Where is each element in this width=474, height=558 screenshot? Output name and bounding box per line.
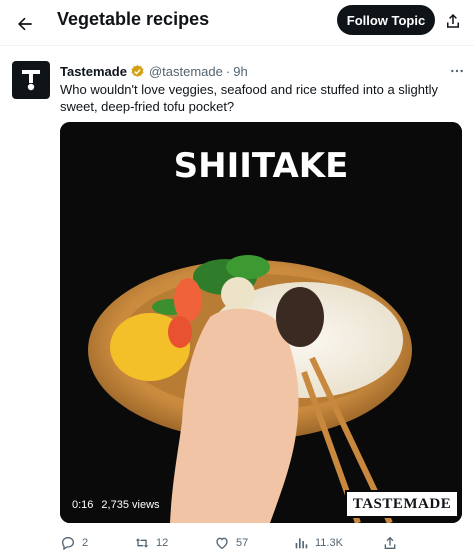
- video-duration: 0:16: [72, 499, 94, 511]
- share-icon: [447, 13, 459, 28]
- page-title: Vegetable recipes: [57, 9, 210, 29]
- tweet-video[interactable]: SHIITAKE 0:16 2,735 views TASTEMADE: [60, 122, 462, 523]
- user-handle[interactable]: @tastemade: [149, 64, 223, 79]
- topic-header: Vegetable recipes Follow Topic: [0, 0, 474, 46]
- back-button[interactable]: [8, 7, 42, 41]
- reply-icon: [61, 536, 75, 551]
- avatar[interactable]: [12, 61, 50, 99]
- tweet-timestamp[interactable]: 9h: [233, 64, 247, 79]
- retweet-icon: [135, 538, 149, 548]
- view-count: 11.3K: [315, 537, 343, 549]
- display-name[interactable]: Tastemade: [60, 64, 127, 79]
- tweet-header: Tastemade @tastemade · 9h: [60, 62, 248, 80]
- retweet-count: 12: [156, 537, 169, 549]
- shiitake-mushroom: [276, 287, 324, 347]
- share-topic-button[interactable]: [440, 8, 466, 34]
- reply-count: 2: [82, 537, 89, 549]
- share-button[interactable]: [382, 532, 398, 554]
- tweet-actions: 2 12 57 11.3K: [60, 532, 468, 554]
- views-chart-icon: [295, 538, 308, 549]
- verified-badge-icon: [130, 64, 145, 79]
- reply-button[interactable]: 2: [60, 532, 88, 554]
- video-overlay-title: SHIITAKE: [173, 146, 349, 186]
- heart-icon: [216, 537, 228, 550]
- video-meta: 0:16 2,735 views: [72, 499, 160, 511]
- tweet-text: Who wouldn't love veggies, seafood and r…: [60, 82, 439, 114]
- like-button[interactable]: 57: [214, 532, 248, 554]
- more-icon: [451, 69, 463, 73]
- share-icon: [384, 536, 396, 549]
- arrow-left-icon: [18, 17, 32, 31]
- video-views: 2,735 views: [101, 499, 160, 511]
- like-count: 57: [236, 537, 249, 549]
- follow-topic-button[interactable]: Follow Topic: [337, 5, 435, 35]
- tastemade-watermark: TASTEMADE: [345, 490, 459, 518]
- lotus-root: [221, 277, 255, 311]
- more-options-button[interactable]: [446, 61, 468, 81]
- tastemade-logo-icon: [22, 70, 40, 91]
- views-button[interactable]: 11.3K: [293, 532, 343, 554]
- retweet-button[interactable]: 12: [134, 532, 168, 554]
- separator-dot: ·: [225, 63, 231, 79]
